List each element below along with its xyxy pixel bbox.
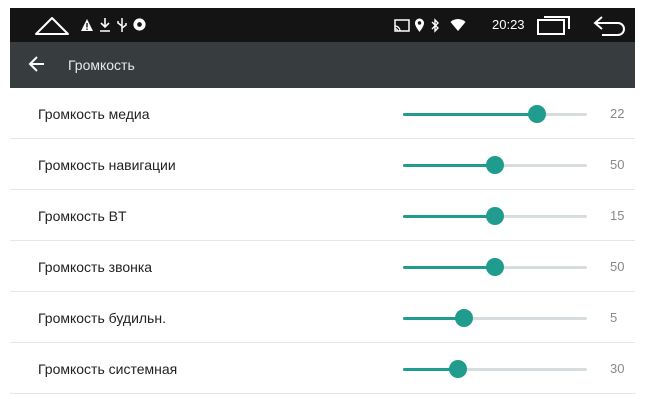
- arrow-left-icon[interactable]: [28, 55, 46, 73]
- volume-settings-list: Громкость медиа 22 Громкость навигации 5…: [10, 88, 635, 394]
- volume-value: 15: [610, 208, 625, 223]
- bluetooth-icon: [431, 18, 439, 33]
- volume-slider-track[interactable]: [403, 105, 587, 123]
- slider-fill: [403, 215, 495, 218]
- volume-row-media: Громкость медиа 22: [10, 88, 635, 139]
- volume-slider-track[interactable]: [403, 309, 587, 327]
- recents-icon[interactable]: [536, 14, 572, 36]
- slider-fill: [403, 113, 538, 116]
- volume-label: Громкость навигации: [38, 157, 176, 173]
- location-icon: [415, 18, 424, 32]
- volume-label: Громкость BT: [38, 208, 127, 224]
- volume-slider-track[interactable]: [403, 360, 587, 378]
- volume-label: Громкость медиа: [38, 106, 150, 122]
- settings-icon: [133, 18, 146, 31]
- volume-slider-track[interactable]: [403, 156, 587, 174]
- slider-thumb[interactable]: [449, 360, 468, 378]
- slider-fill: [403, 164, 495, 167]
- volume-row-system: Громкость системная 30: [10, 343, 635, 394]
- volume-row-navigation: Громкость навигации 50: [10, 139, 635, 190]
- status-bar: 20:23: [10, 8, 635, 42]
- page-title: Громкость: [68, 57, 135, 73]
- back-nav-icon[interactable]: [592, 14, 626, 36]
- volume-value: 50: [610, 259, 625, 274]
- volume-value: 22: [610, 106, 625, 121]
- slider-thumb[interactable]: [486, 258, 504, 276]
- cast-icon: [394, 19, 410, 32]
- volume-label: Громкость будильн.: [38, 310, 166, 326]
- wifi-icon: [450, 19, 466, 31]
- slider-thumb[interactable]: [454, 309, 473, 327]
- volume-row-alarm: Громкость будильн. 5: [10, 292, 635, 343]
- volume-slider-track[interactable]: [403, 207, 587, 225]
- download-icon: [100, 18, 110, 32]
- warning-icon: [81, 19, 93, 31]
- slider-thumb[interactable]: [528, 105, 547, 123]
- slider-fill: [403, 266, 495, 269]
- volume-label: Громкость звонка: [38, 259, 153, 275]
- app-toolbar: Громкость: [10, 42, 635, 88]
- home-icon[interactable]: [34, 14, 70, 36]
- volume-row-ringer: Громкость звонка 50: [10, 241, 635, 292]
- volume-label: Громкость системная: [38, 361, 178, 377]
- volume-value: 5: [610, 310, 618, 325]
- slider-thumb[interactable]: [486, 156, 504, 174]
- volume-value: 30: [610, 361, 625, 376]
- volume-row-bt: Громкость BT 15: [10, 190, 635, 241]
- status-time: 20:23: [492, 17, 525, 32]
- slider-thumb[interactable]: [486, 207, 504, 225]
- volume-slider-track[interactable]: [403, 258, 587, 276]
- usb-icon: [117, 18, 127, 32]
- volume-value: 50: [610, 157, 625, 172]
